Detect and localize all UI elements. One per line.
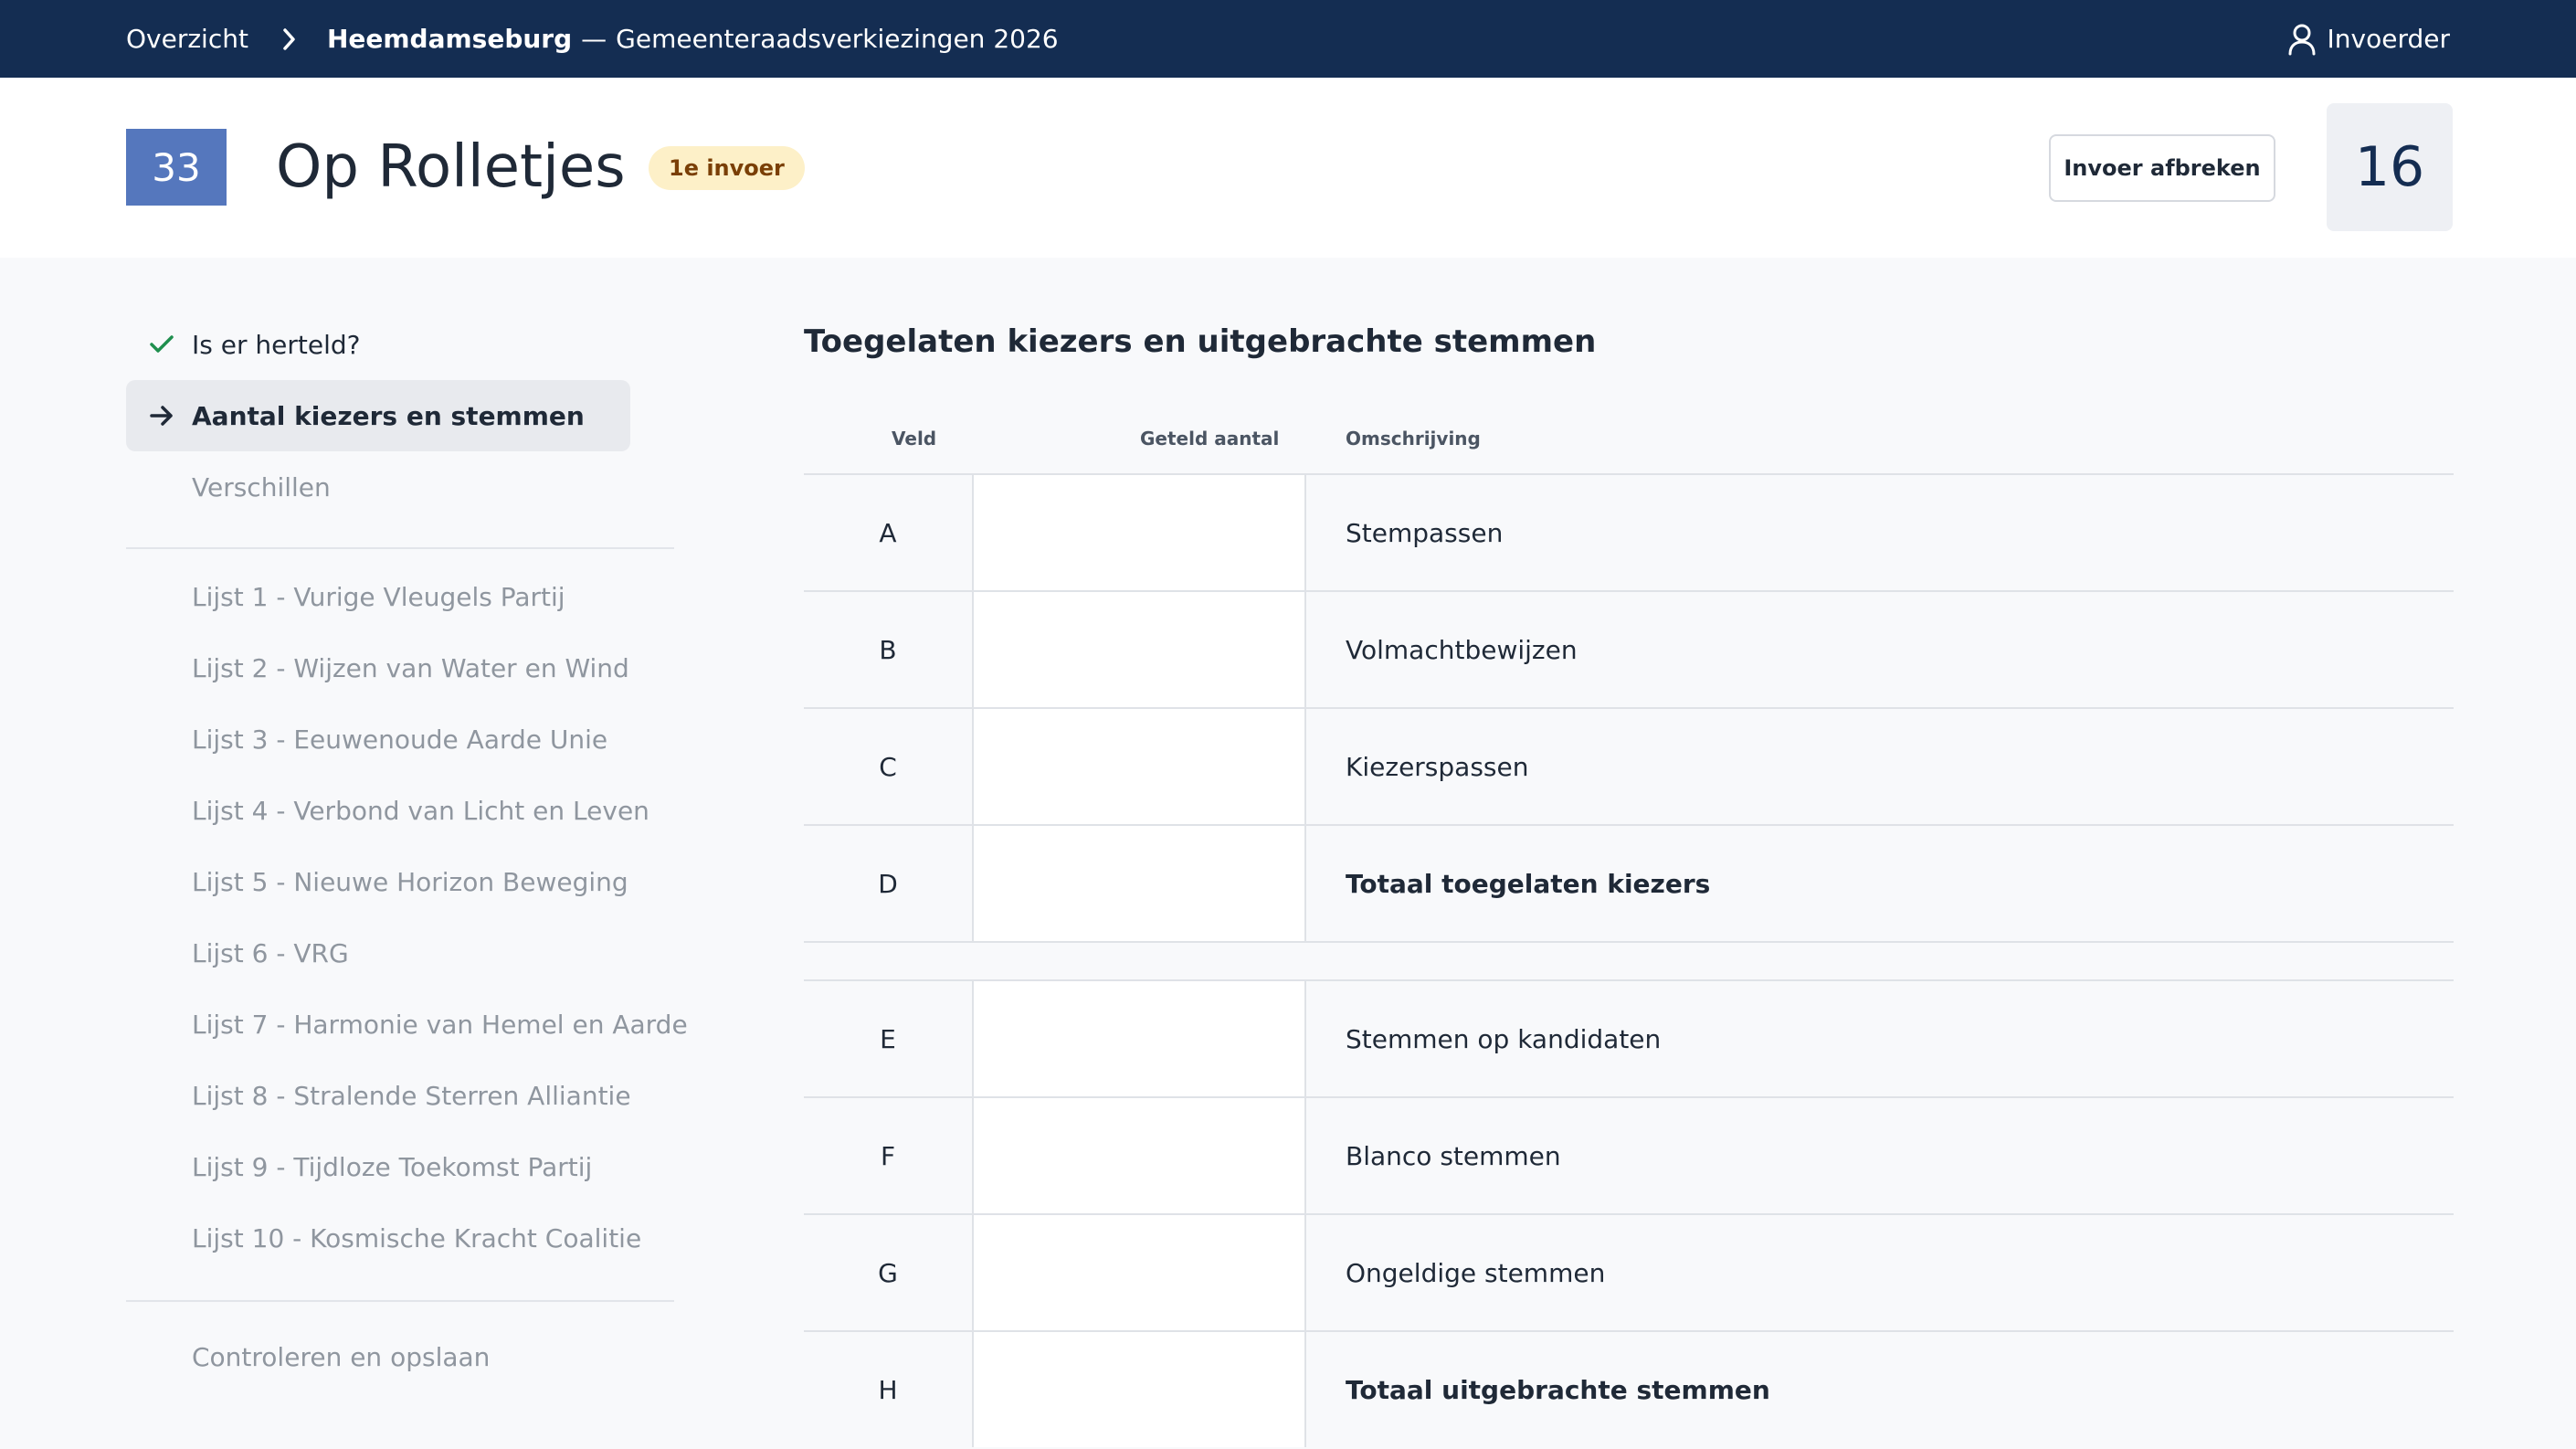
sidebar-item-list-9[interactable]: Lijst 9 - Tijdloze Toekomst Partij bbox=[126, 1131, 630, 1202]
sidebar-item-label: Lijst 5 - Nieuwe Horizon Beweging bbox=[192, 866, 628, 897]
column-header-description: Omschrijving bbox=[1346, 428, 1481, 450]
sidebar-item-list-10[interactable]: Lijst 10 - Kosmische Kracht Coalitie bbox=[126, 1202, 641, 1274]
municipality-name: Heemdamseburg bbox=[326, 24, 573, 54]
sidebar-item-list-6[interactable]: Lijst 6 - VRG bbox=[126, 917, 630, 989]
sidebar-item-label: Lijst 6 - VRG bbox=[192, 937, 349, 968]
sidebar-item-list-3[interactable]: Lijst 3 - Eeuwenoude Aarde Unie bbox=[126, 703, 630, 775]
chevron-right-icon bbox=[276, 26, 303, 53]
sidebar-item-list-7[interactable]: Lijst 7 - Harmonie van Hemel en Aarde bbox=[126, 989, 688, 1060]
field-code: C bbox=[879, 751, 897, 782]
field-input-h[interactable] bbox=[972, 1332, 1306, 1447]
sidebar-divider bbox=[126, 1300, 674, 1302]
sidebar-divider bbox=[126, 547, 674, 549]
field-input-f[interactable] bbox=[972, 1098, 1306, 1213]
sidebar-item-label: Lijst 3 - Eeuwenoude Aarde Unie bbox=[192, 724, 608, 755]
table-row: E Stemmen op kandidaten bbox=[804, 981, 2454, 1098]
page-header: 33 Op Rolletjes 1e invoer Invoer afbreke… bbox=[0, 78, 2576, 258]
sidebar-item-list-8[interactable]: Lijst 8 - Stralende Sterren Alliantie bbox=[126, 1060, 631, 1131]
field-code: G bbox=[878, 1257, 898, 1288]
sidebar-item-label: Aantal kiezers en stemmen bbox=[192, 400, 585, 431]
field-description: Stempassen bbox=[1346, 517, 1504, 548]
sidebar-item-label: Lijst 10 - Kosmische Kracht Coalitie bbox=[192, 1222, 642, 1253]
sidebar-item-label: Lijst 1 - Vurige Vleugels Partij bbox=[192, 581, 565, 612]
section-title: Toegelaten kiezers en uitgebrachte stemm… bbox=[804, 323, 1597, 360]
sidebar-item-list-5[interactable]: Lijst 5 - Nieuwe Horizon Beweging bbox=[126, 846, 630, 917]
field-code: E bbox=[880, 1023, 896, 1054]
field-code: B bbox=[879, 634, 897, 665]
user-role: Invoerder bbox=[2327, 24, 2450, 54]
page-title: Op Rolletjes bbox=[276, 133, 626, 201]
entry-status-badge: 1e invoer bbox=[649, 146, 805, 190]
table-row: H Totaal uitgebrachte stemmen bbox=[804, 1332, 2454, 1449]
abort-entry-button[interactable]: Invoer afbreken bbox=[2049, 134, 2275, 202]
sidebar-item-label: Lijst 4 - Verbond van Licht en Leven bbox=[192, 795, 649, 826]
field-input-d[interactable] bbox=[972, 826, 1306, 941]
sidebar-item-recount[interactable]: Is er herteld? bbox=[126, 309, 630, 380]
field-code: D bbox=[878, 868, 898, 899]
polling-station-number: 33 bbox=[126, 129, 227, 206]
check-icon bbox=[148, 331, 175, 358]
sidebar-item-label: Verschillen bbox=[192, 471, 331, 502]
sidebar-item-voters-votes[interactable]: Aantal kiezers en stemmen bbox=[126, 380, 630, 451]
column-header-counted: Geteld aantal bbox=[1140, 428, 1280, 450]
sidebar-item-differences[interactable]: Verschillen bbox=[126, 451, 630, 523]
top-navigation-bar: Overzicht Heemdamseburg — Gemeenteraadsv… bbox=[0, 0, 2576, 78]
field-description-total: Totaal toegelaten kiezers bbox=[1346, 868, 1711, 899]
breadcrumb-current: Heemdamseburg — Gemeenteraadsverkiezinge… bbox=[327, 24, 1059, 54]
breadcrumb: Overzicht Heemdamseburg — Gemeenteraadsv… bbox=[126, 24, 1059, 54]
arrow-right-icon bbox=[148, 402, 175, 429]
table-row: C Kiezerspassen bbox=[804, 709, 2454, 826]
sidebar-item-list-4[interactable]: Lijst 4 - Verbond van Licht en Leven bbox=[126, 775, 649, 846]
field-input-g[interactable] bbox=[972, 1215, 1306, 1330]
sidebar-item-label: Is er herteld? bbox=[192, 329, 361, 360]
sidebar-item-label: Lijst 8 - Stralende Sterren Alliantie bbox=[192, 1080, 631, 1111]
field-description-total: Totaal uitgebrachte stemmen bbox=[1346, 1374, 1770, 1405]
table-row: F Blanco stemmen bbox=[804, 1098, 2454, 1215]
field-code: H bbox=[878, 1374, 898, 1405]
table-row: D Totaal toegelaten kiezers bbox=[804, 826, 2454, 943]
election-name: Gemeenteraadsverkiezingen 2026 bbox=[616, 24, 1059, 54]
table-row: G Ongeldige stemmen bbox=[804, 1215, 2454, 1332]
field-description: Blanco stemmen bbox=[1346, 1140, 1561, 1171]
sidebar-item-label: Lijst 2 - Wijzen van Water en Wind bbox=[192, 652, 629, 683]
sidebar-item-check-save[interactable]: Controleren en opslaan bbox=[126, 1321, 630, 1392]
progress-number: 16 bbox=[2327, 103, 2453, 231]
sidebar-item-list-1[interactable]: Lijst 1 - Vurige Vleugels Partij bbox=[126, 561, 630, 632]
sidebar-item-label: Lijst 9 - Tijdloze Toekomst Partij bbox=[192, 1151, 593, 1182]
field-input-e[interactable] bbox=[972, 981, 1306, 1096]
field-description: Volmachtbewijzen bbox=[1346, 634, 1578, 665]
breadcrumb-dash: — bbox=[581, 24, 607, 54]
field-input-a[interactable] bbox=[972, 475, 1306, 590]
field-description: Kiezerspassen bbox=[1346, 751, 1529, 782]
user-menu[interactable]: Invoerder bbox=[2287, 23, 2450, 56]
table-header: Veld Geteld aantal Omschrijving bbox=[804, 420, 2454, 457]
sidebar-item-label: Lijst 7 - Harmonie van Hemel en Aarde bbox=[192, 1009, 688, 1040]
field-input-b[interactable] bbox=[972, 592, 1306, 707]
field-input-c[interactable] bbox=[972, 709, 1306, 824]
field-description: Ongeldige stemmen bbox=[1346, 1257, 1606, 1288]
field-code: F bbox=[880, 1140, 896, 1171]
field-code: A bbox=[879, 517, 897, 548]
user-icon bbox=[2287, 23, 2317, 56]
field-description: Stemmen op kandidaten bbox=[1346, 1023, 1662, 1054]
table-row: B Volmachtbewijzen bbox=[804, 592, 2454, 709]
sidebar-item-list-2[interactable]: Lijst 2 - Wijzen van Water en Wind bbox=[126, 632, 630, 703]
column-header-field: Veld bbox=[892, 428, 937, 450]
sidebar-item-label: Controleren en opslaan bbox=[192, 1341, 491, 1372]
table-row: A Stempassen bbox=[804, 475, 2454, 592]
breadcrumb-overview-link[interactable]: Overzicht bbox=[126, 24, 248, 54]
